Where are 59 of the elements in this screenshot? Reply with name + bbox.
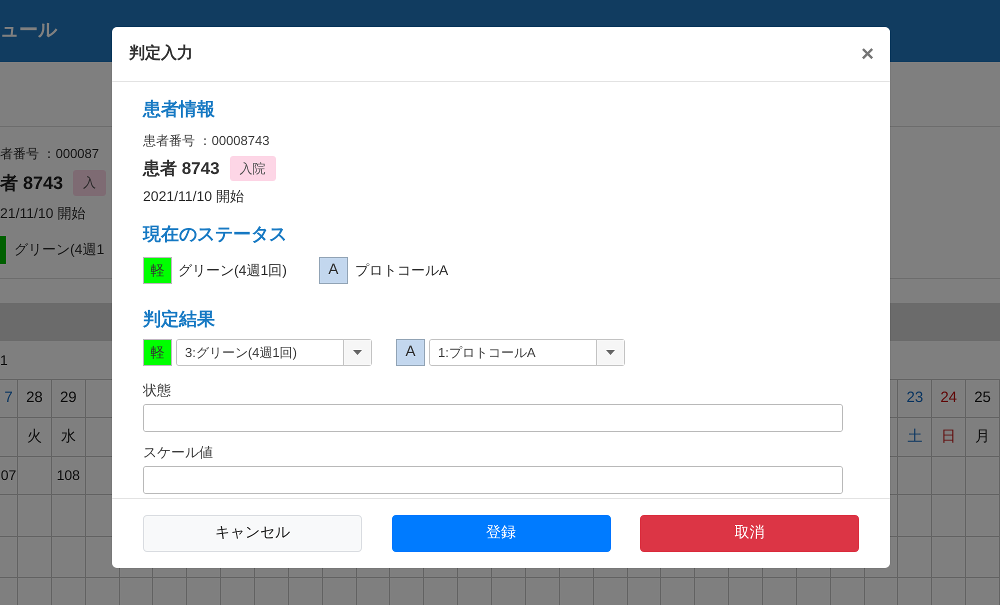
level-label: グリーン(4週1回) <box>178 261 287 280</box>
caret-icon <box>606 350 615 355</box>
patient-id: 患者番号 ：00008743 <box>143 132 270 150</box>
level-tag: 軽 <box>143 339 172 366</box>
register-button[interactable]: 登録 <box>392 515 610 552</box>
table-cell <box>18 537 52 578</box>
table-cell <box>966 495 1000 537</box>
status-swatch <box>0 236 6 264</box>
section-heading: 現在のステータス <box>143 223 288 246</box>
weekday-label: 月 <box>975 426 990 447</box>
table-cell <box>932 537 966 578</box>
date-label: 23 <box>906 388 924 408</box>
protocol-tag: A <box>396 339 425 366</box>
field-label: 状態 <box>143 381 172 400</box>
date-label: 25 <box>974 388 991 408</box>
admission-badge: 入 <box>73 170 106 196</box>
weekday-label: 土 <box>907 426 922 447</box>
date-label: 28 <box>26 388 43 408</box>
caret-icon <box>353 350 362 355</box>
dropdown-button[interactable] <box>596 340 624 365</box>
text-field[interactable] <box>143 404 843 432</box>
level-tag: 軽 <box>143 257 172 284</box>
patient-name: 者 8743 <box>0 172 64 194</box>
row-label: 1 <box>0 350 8 370</box>
close-button[interactable]: × <box>861 43 874 65</box>
admission-badge: 入院 <box>230 156 276 181</box>
table-cell <box>898 495 932 537</box>
date-label: 29 <box>60 388 77 408</box>
weekday-label: 火 <box>26 426 42 447</box>
start-date: 2021/11/10 開始 <box>143 187 245 206</box>
text-field[interactable] <box>143 466 843 494</box>
section-heading: 患者情報 <box>143 98 216 121</box>
patient-id: 者番号 ：000087 <box>0 145 100 163</box>
page-title: ュール <box>0 18 57 43</box>
dialog-title: 判定入力 <box>129 43 193 64</box>
protocol-select[interactable]: 1:プロトコールA <box>429 339 625 366</box>
field-label: スケール値 <box>143 443 214 462</box>
table-cell <box>18 495 52 537</box>
table-cell <box>966 537 1000 578</box>
patient-name: 患者 8743 <box>143 158 220 180</box>
section-heading: 判定結果 <box>143 308 216 331</box>
weekday-label: 水 <box>60 426 76 447</box>
table-cell <box>0 537 18 578</box>
count-label: 108 <box>56 466 80 485</box>
delete-button[interactable]: 取消 <box>640 515 859 552</box>
table-cell <box>898 537 932 578</box>
cancel-button[interactable]: キャンセル <box>143 515 362 552</box>
level-select[interactable]: 3:グリーン(4週1回) <box>176 339 372 366</box>
date-label: 24 <box>940 388 958 408</box>
status-label: グリーン(4週1 <box>14 240 104 259</box>
weekday-label: 日 <box>941 426 956 447</box>
count-label: 07 <box>0 466 16 485</box>
protocol-tag: A <box>318 257 348 284</box>
table-cell <box>932 495 966 537</box>
date-label: 7 <box>4 388 13 408</box>
table-cell <box>52 537 86 578</box>
start-date: 21/11/10 開始 <box>0 204 86 222</box>
dropdown-button[interactable] <box>343 340 371 365</box>
protocol-label: プロトコールA <box>354 261 448 280</box>
